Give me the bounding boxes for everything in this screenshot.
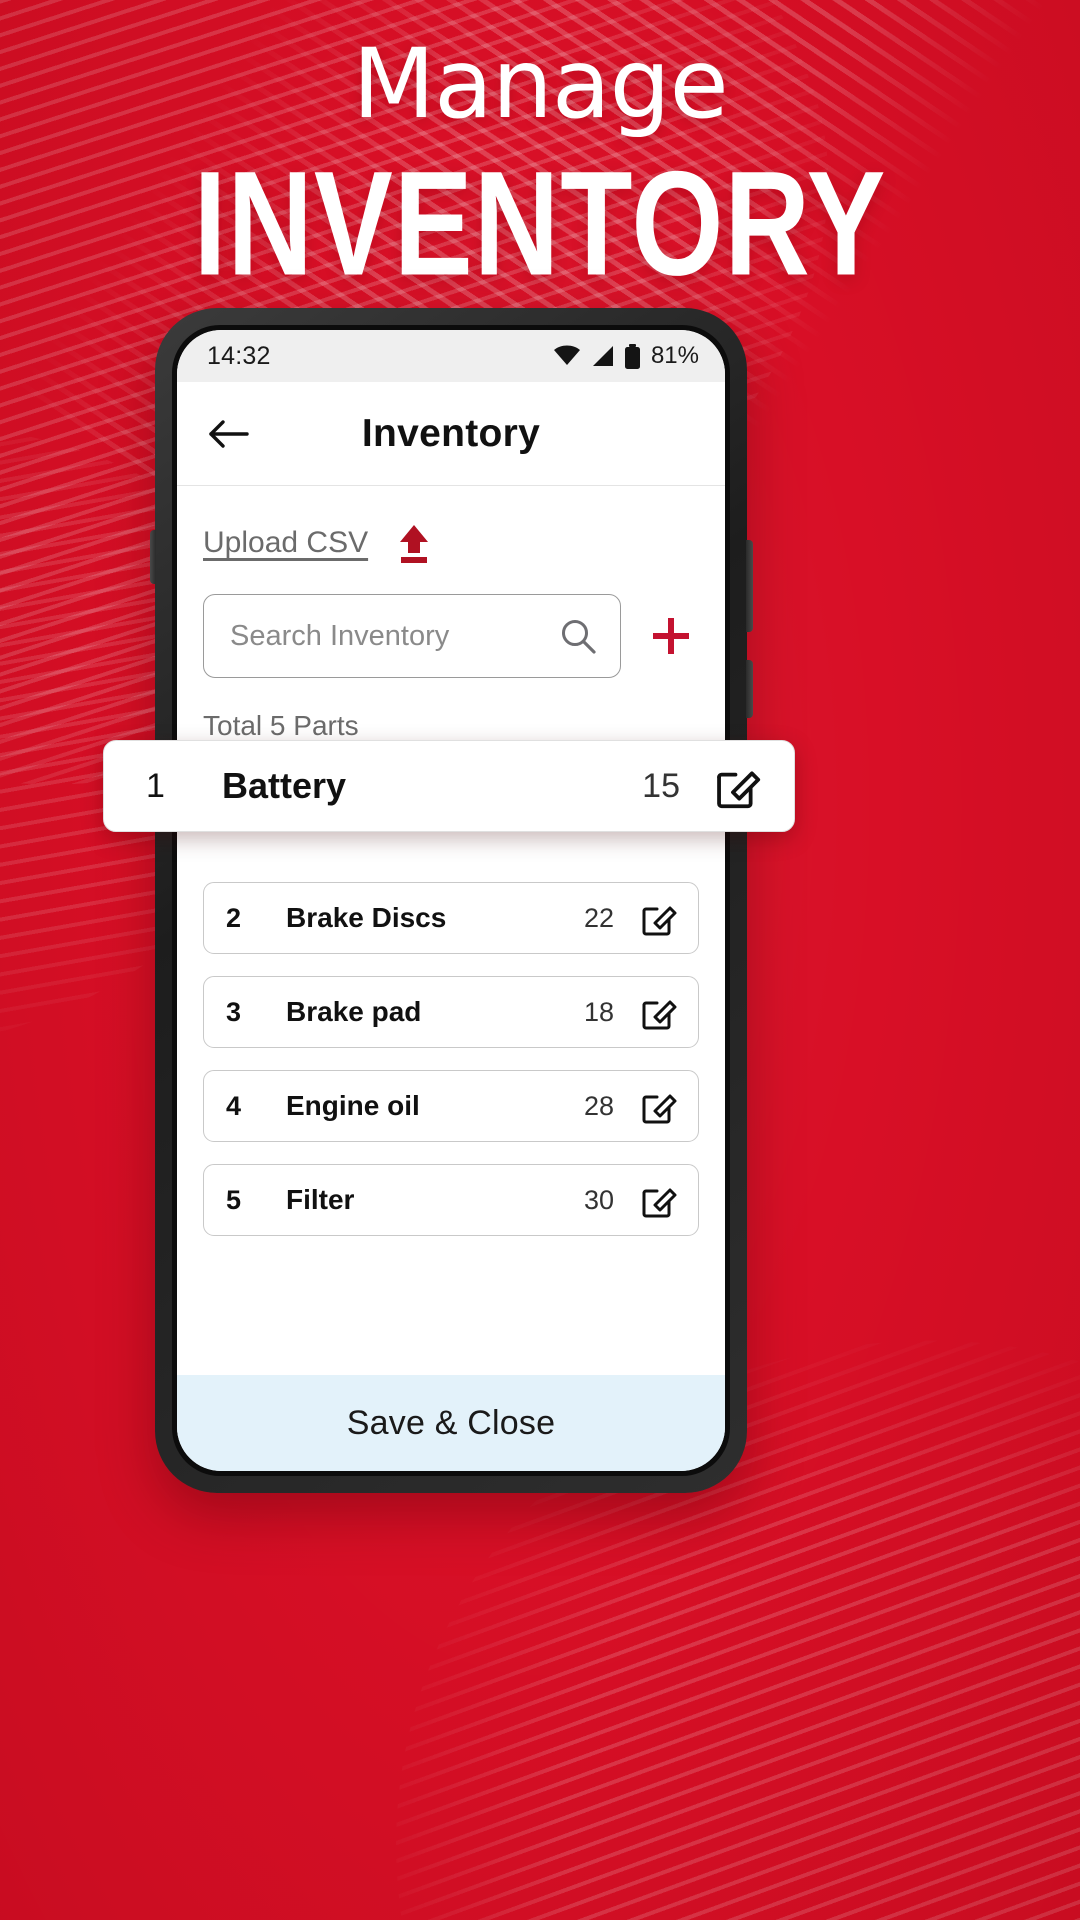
back-arrow-icon[interactable] — [203, 408, 255, 460]
headline-line-1: Manage — [352, 28, 728, 140]
search-input[interactable]: Search Inventory — [203, 594, 621, 678]
app-content: Upload CSV Search Inventory Total 5 Part… — [177, 486, 725, 1375]
search-row: Search Inventory — [203, 594, 699, 678]
status-time: 14:32 — [207, 341, 271, 370]
upload-csv-row[interactable]: Upload CSV — [203, 522, 699, 564]
phone-mockup: 14:32 81% Inventory Upload CSV Search In… — [103, 308, 795, 1493]
edit-pencil-icon[interactable] — [712, 760, 764, 812]
row-quantity: 30 — [583, 1184, 614, 1215]
battery-percent-label: 81% — [650, 342, 699, 369]
save-and-close-label: Save & Close — [346, 1403, 556, 1442]
row-part-name: Brake Discs — [286, 902, 447, 933]
status-bar: 14:32 81% — [177, 330, 725, 382]
row-part-name: Filter — [286, 1184, 355, 1215]
inventory-list: 2 Brake Discs 22 3 Brake pad 18 4 Engine… — [203, 768, 699, 1236]
save-and-close-button[interactable]: Save & Close — [177, 1375, 725, 1471]
wifi-icon — [553, 345, 581, 367]
poster-headline: Manage INVENTORY — [0, 28, 1080, 298]
row-index: 1 — [146, 766, 165, 805]
app-bar: Inventory — [177, 382, 725, 486]
row-quantity: 15 — [642, 766, 680, 805]
phone-volume-button[interactable] — [746, 540, 753, 632]
upload-csv-link[interactable]: Upload CSV — [203, 526, 368, 560]
table-row[interactable]: 4 Engine oil 28 — [203, 1070, 699, 1142]
row-part-name: Engine oil — [286, 1090, 420, 1121]
status-indicators: 81% — [553, 342, 699, 370]
add-part-button[interactable] — [643, 608, 699, 664]
headline-line-2: INVENTORY — [193, 139, 887, 307]
search-placeholder: Search Inventory — [230, 619, 450, 652]
promo-poster: Manage INVENTORY 14:32 81% Inventory Upl… — [0, 0, 1080, 1920]
edit-pencil-icon[interactable] — [638, 897, 680, 939]
row-index: 4 — [226, 1090, 242, 1121]
phone-screen: 14:32 81% Inventory Upload CSV Search In… — [177, 330, 725, 1471]
battery-icon — [624, 343, 641, 369]
row-index: 5 — [226, 1184, 242, 1215]
table-row[interactable]: 2 Brake Discs 22 — [203, 882, 699, 954]
search-icon[interactable] — [558, 616, 598, 656]
phone-left-button[interactable] — [150, 530, 156, 584]
table-row-highlighted[interactable]: 1 Battery 15 — [103, 740, 795, 832]
list-bottom-spacer — [203, 1236, 699, 1375]
phone-power-button[interactable] — [746, 660, 753, 718]
table-row[interactable]: 5 Filter 30 — [203, 1164, 699, 1236]
table-row[interactable]: 3 Brake pad 18 — [203, 976, 699, 1048]
edit-pencil-icon[interactable] — [638, 1179, 680, 1221]
row-part-name: Brake pad — [286, 996, 422, 1027]
row-index: 2 — [226, 902, 242, 933]
highlighted-row-wrapper: 1 Battery 15 — [103, 740, 795, 832]
total-parts-label: Total 5 Parts — [203, 710, 359, 741]
edit-pencil-icon[interactable] — [638, 1085, 680, 1127]
row-quantity: 22 — [583, 902, 614, 933]
row-index: 3 — [226, 996, 242, 1027]
upload-arrow-icon[interactable] — [394, 522, 434, 564]
row-quantity: 28 — [583, 1090, 614, 1121]
row-part-name: Battery — [222, 765, 347, 806]
edit-pencil-icon[interactable] — [638, 991, 680, 1033]
page-title: Inventory — [361, 411, 541, 455]
cellular-signal-icon — [590, 345, 615, 367]
row-quantity: 18 — [583, 996, 614, 1027]
